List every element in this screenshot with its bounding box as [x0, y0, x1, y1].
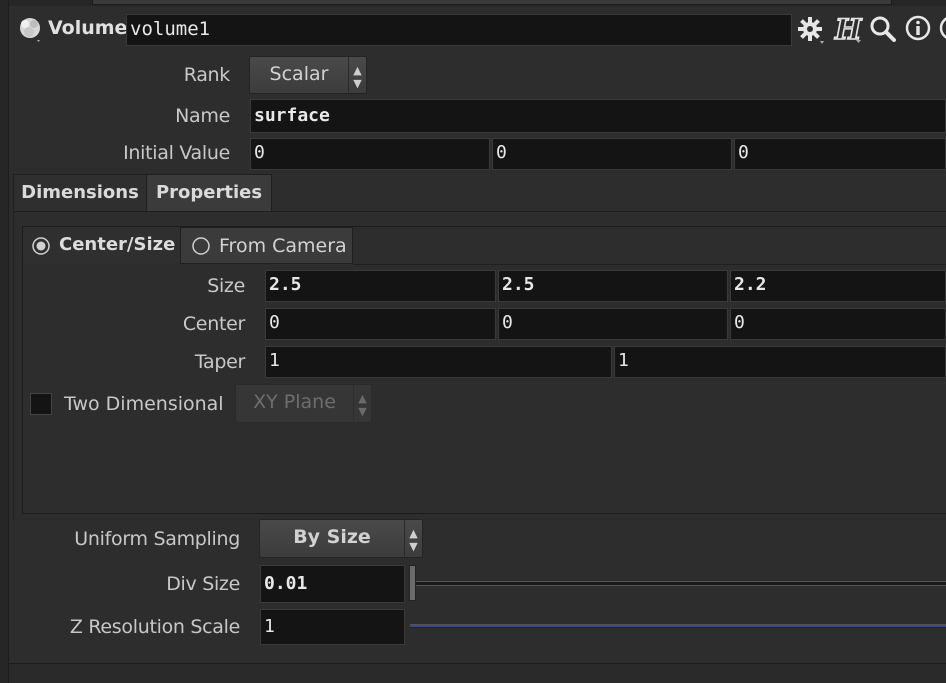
bottom-strip [9, 664, 946, 683]
size-label: Size [207, 275, 245, 297]
menu-arrows-icon: ▲ ▼ [353, 385, 371, 422]
node-name-field[interactable]: volume1 [126, 14, 792, 46]
node-type-label: Volume [48, 17, 128, 39]
size-y-field[interactable]: 2.5 [498, 270, 728, 302]
volume-node-icon[interactable] [17, 15, 43, 42]
size-x-field[interactable]: 2.5 [265, 270, 496, 302]
initial-value-label: Initial Value [123, 142, 230, 164]
radio-selected-icon [32, 237, 50, 255]
name-field[interactable]: surface [250, 99, 946, 133]
taper-y-field[interactable]: 1 [614, 346, 946, 378]
div-size-slider-handle[interactable] [409, 565, 416, 601]
mode-option-center-size[interactable]: Center/Size [23, 227, 181, 263]
left-divider[interactable] [0, 0, 9, 683]
taper-label: Taper [194, 351, 245, 373]
top-tab-edge [92, 0, 892, 5]
center-y-field[interactable]: 0 [498, 308, 728, 340]
rank-label: Rank [183, 64, 231, 86]
div-size-label: Div Size [166, 573, 240, 595]
info-icon[interactable] [904, 14, 934, 44]
z-resolution-slider-track[interactable] [410, 624, 946, 628]
taper-x-field[interactable]: 1 [265, 346, 612, 378]
menu-arrows-icon: ▲ ▼ [348, 57, 366, 93]
two-dimensional-checkbox[interactable] [30, 393, 52, 415]
z-resolution-scale-field[interactable]: 1 [260, 609, 405, 645]
initial-value-z-field[interactable]: 0 [734, 138, 946, 170]
initial-value-x-field[interactable]: 0 [250, 138, 490, 170]
radio-unselected-icon [192, 237, 210, 255]
center-label: Center [182, 313, 245, 335]
rank-menu[interactable]: Scalar ▲ ▼ [249, 56, 367, 94]
two-dimensional-label: Two Dimensional [64, 393, 224, 415]
mode-panel-separator [353, 264, 946, 265]
center-size-label: Center/Size [59, 234, 176, 255]
name-label: Name [175, 105, 230, 127]
center-x-field[interactable]: 0 [265, 308, 496, 340]
center-z-field[interactable]: 0 [730, 308, 946, 340]
uniform-sampling-menu[interactable]: By Size ▲ ▼ [259, 519, 423, 558]
uniform-sampling-value: By Size [293, 526, 371, 548]
plane-menu-value: XY Plane [253, 391, 336, 413]
size-z-field[interactable]: 2.2 [730, 270, 946, 302]
mode-option-from-camera[interactable]: From Camera [180, 227, 353, 264]
gear-icon[interactable] [796, 14, 826, 46]
rank-menu-value: Scalar [269, 63, 329, 85]
houdini-help-icon[interactable]: H [832, 12, 864, 47]
from-camera-label: From Camera [219, 235, 347, 257]
menu-arrows-icon: ▲ ▼ [404, 520, 422, 557]
tab-properties[interactable]: Properties [146, 174, 272, 212]
overflow-icon[interactable] [938, 14, 946, 44]
div-size-field[interactable]: 0.01 [260, 565, 405, 603]
div-size-slider-track[interactable] [412, 581, 946, 586]
search-icon[interactable] [868, 14, 898, 44]
plane-menu: XY Plane ▲ ▼ [235, 384, 372, 423]
initial-value-y-field[interactable]: 0 [492, 138, 732, 170]
uniform-sampling-label: Uniform Sampling [74, 528, 240, 550]
tab-dimensions[interactable]: Dimensions [13, 174, 147, 212]
z-resolution-scale-label: Z Resolution Scale [69, 616, 240, 638]
